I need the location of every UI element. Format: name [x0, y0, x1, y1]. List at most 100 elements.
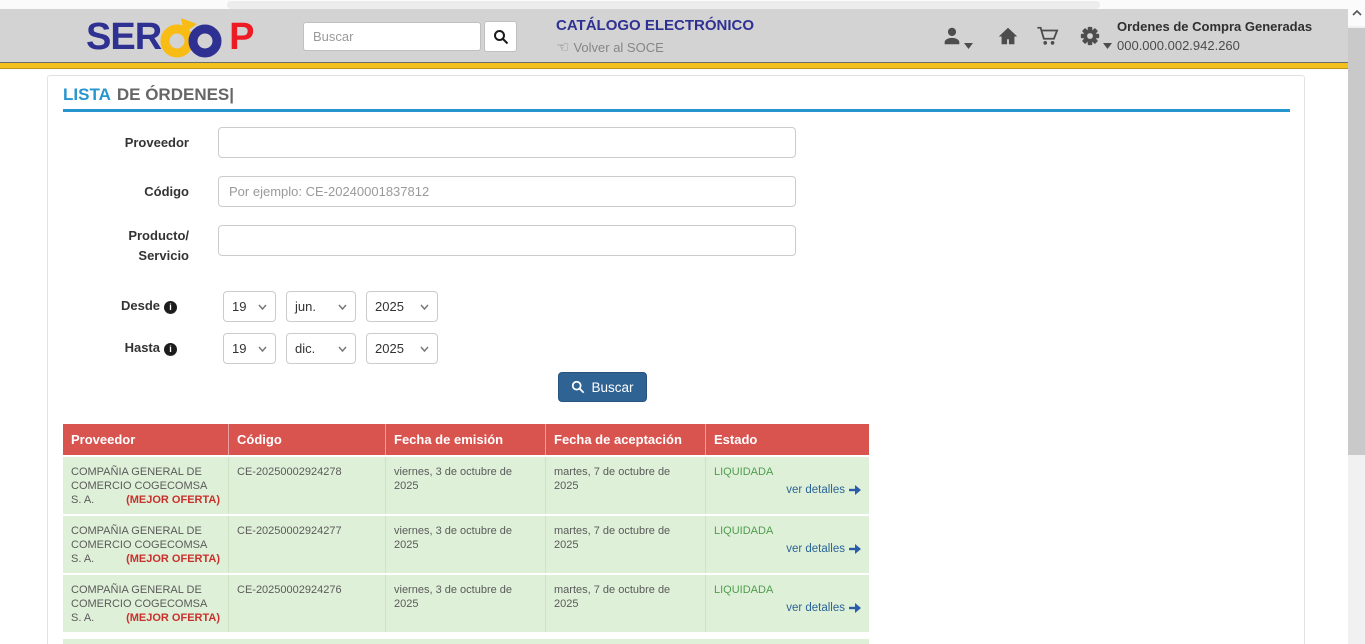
producto-label-line2: Servicio: [48, 246, 189, 266]
page-title-rest: DE ÓRDENES|: [117, 85, 234, 104]
table-header-row: Proveedor Código Fecha de emisión Fecha …: [63, 424, 869, 457]
hasta-year-value: 2025: [375, 341, 404, 356]
hasta-year-select[interactable]: 2025: [366, 333, 438, 364]
cell-codigo: CE-20250002924276: [229, 575, 386, 632]
caret-down-icon: [1103, 43, 1112, 49]
codigo-label: Código: [48, 184, 189, 199]
cell-emision: viernes, 3 de octubre de 2025: [386, 457, 546, 514]
content-area: LISTA DE ÓRDENES| Proveedor Código Produc…: [0, 69, 1348, 644]
cart-button[interactable]: [1036, 25, 1059, 52]
desde-month-value: jun.: [295, 299, 316, 314]
proveedor-input[interactable]: [218, 127, 796, 158]
desde-info-icon[interactable]: i: [164, 301, 177, 314]
ver-detalles-label: ver detalles: [786, 542, 845, 556]
producto-servicio-input[interactable]: [218, 225, 796, 256]
search-icon: [493, 29, 509, 45]
hasta-label-text: Hasta: [125, 340, 160, 355]
chevron-down-icon: [338, 304, 347, 310]
header-bar: SER P CATÁLOGO ELECTRÓNICO ☜ Volver al S…: [0, 9, 1348, 62]
cell-estado: LIQUIDADA ver detalles: [706, 457, 869, 514]
cart-icon: [1036, 25, 1059, 47]
ver-detalles-link[interactable]: ver detalles: [786, 483, 861, 497]
page-title-highlight: LISTA: [63, 85, 111, 104]
desde-day-select[interactable]: 19: [223, 291, 276, 322]
back-to-soce-label: Volver al SOCE: [573, 40, 663, 55]
top-strip-bar: [227, 1, 1100, 9]
sercop-logo[interactable]: SER P: [86, 14, 254, 60]
status-badge: LIQUIDADA: [714, 525, 773, 537]
chevron-down-icon: [258, 346, 267, 352]
app-title: CATÁLOGO ELECTRÓNICO: [556, 17, 754, 34]
cell-codigo: CE-20250002924278: [229, 457, 386, 514]
ver-detalles-link[interactable]: ver detalles: [786, 542, 861, 556]
chevron-down-icon: [420, 304, 429, 310]
hasta-label: Hastai: [48, 340, 177, 356]
cell-aceptacion: martes, 7 de octubre de 2025: [546, 457, 706, 514]
desde-day-value: 19: [232, 299, 246, 314]
hasta-info-icon[interactable]: i: [164, 343, 177, 356]
producto-label-line1: Producto/: [48, 226, 189, 246]
header-search: [303, 22, 517, 52]
page: SER P CATÁLOGO ELECTRÓNICO ☜ Volver al S…: [0, 0, 1365, 644]
proveedor-label: Proveedor: [48, 135, 189, 150]
col-header-codigo: Código: [229, 424, 386, 455]
col-header-aceptacion: Fecha de aceptación: [546, 424, 706, 455]
home-button[interactable]: [997, 25, 1019, 52]
home-icon: [997, 25, 1019, 47]
chevron-down-icon: [338, 346, 347, 352]
arrow-right-icon: [849, 544, 861, 554]
arrow-right-icon: [849, 485, 861, 495]
orders-summary: Ordenes de Compra Generadas 000.000.002.…: [1117, 19, 1335, 53]
table-row-partial: [63, 639, 869, 644]
settings-button[interactable]: [1079, 25, 1101, 52]
hasta-day-select[interactable]: 19: [223, 333, 276, 364]
buscar-button[interactable]: Buscar: [558, 372, 647, 402]
scrollbar-up-button[interactable]: [1348, 0, 1365, 26]
buscar-button-label: Buscar: [591, 380, 633, 395]
settings-menu-caret[interactable]: [1103, 36, 1112, 54]
orders-table: Proveedor Código Fecha de emisión Fecha …: [63, 424, 869, 644]
title-underline: [63, 109, 1290, 112]
hasta-day-value: 19: [232, 341, 246, 356]
codigo-input[interactable]: [218, 176, 796, 207]
header-search-input[interactable]: [303, 22, 481, 51]
cell-emision: viernes, 3 de octubre de 2025: [386, 575, 546, 632]
hasta-month-select[interactable]: dic.: [286, 333, 356, 364]
desde-year-value: 2025: [375, 299, 404, 314]
ver-detalles-link[interactable]: ver detalles: [786, 601, 861, 615]
search-icon: [571, 380, 585, 394]
header-search-button[interactable]: [484, 21, 517, 52]
table-row: COMPAÑIA GENERAL DE COMERCIO COGECOMSA S…: [63, 516, 869, 575]
logo-rings-icon: [159, 14, 231, 60]
back-to-soce-link[interactable]: ☜ Volver al SOCE: [556, 38, 754, 56]
caret-down-icon: [964, 43, 973, 49]
chevron-down-icon: [258, 304, 267, 310]
desde-label-text: Desde: [121, 298, 160, 313]
cell-aceptacion: martes, 7 de octubre de 2025: [546, 575, 706, 632]
cell-proveedor: COMPAÑIA GENERAL DE COMERCIO COGECOMSA S…: [63, 457, 229, 514]
orders-summary-number: 000.000.002.942.260: [1117, 38, 1335, 53]
scrollbar-thumb[interactable]: [1348, 28, 1365, 455]
ver-detalles-label: ver detalles: [786, 483, 845, 497]
orders-summary-label: Ordenes de Compra Generadas: [1117, 19, 1335, 34]
vertical-scrollbar[interactable]: [1348, 0, 1365, 644]
user-menu-button[interactable]: [941, 25, 963, 52]
arrow-right-icon: [849, 603, 861, 613]
status-badge: LIQUIDADA: [714, 466, 773, 478]
col-header-proveedor: Proveedor: [63, 424, 229, 455]
logo-text-p: P: [229, 16, 253, 58]
table-row: COMPAÑIA GENERAL DE COMERCIO COGECOMSA S…: [63, 575, 869, 634]
mejor-oferta-badge: (MEJOR OFERTA): [126, 493, 220, 507]
col-header-estado: Estado: [706, 424, 869, 455]
user-icon: [941, 25, 963, 47]
desde-year-select[interactable]: 2025: [366, 291, 438, 322]
app-title-block: CATÁLOGO ELECTRÓNICO ☜ Volver al SOCE: [556, 17, 754, 56]
chevron-up-icon: [1352, 10, 1362, 16]
logo-text-ser: SER: [86, 16, 161, 58]
cell-codigo: CE-20250002924277: [229, 516, 386, 573]
desde-month-select[interactable]: jun.: [286, 291, 356, 322]
chevron-down-icon: [420, 346, 429, 352]
orders-card: LISTA DE ÓRDENES| Proveedor Código Produc…: [47, 75, 1305, 644]
table-row: COMPAÑIA GENERAL DE COMERCIO COGECOMSA S…: [63, 457, 869, 516]
user-menu-caret[interactable]: [964, 36, 973, 54]
